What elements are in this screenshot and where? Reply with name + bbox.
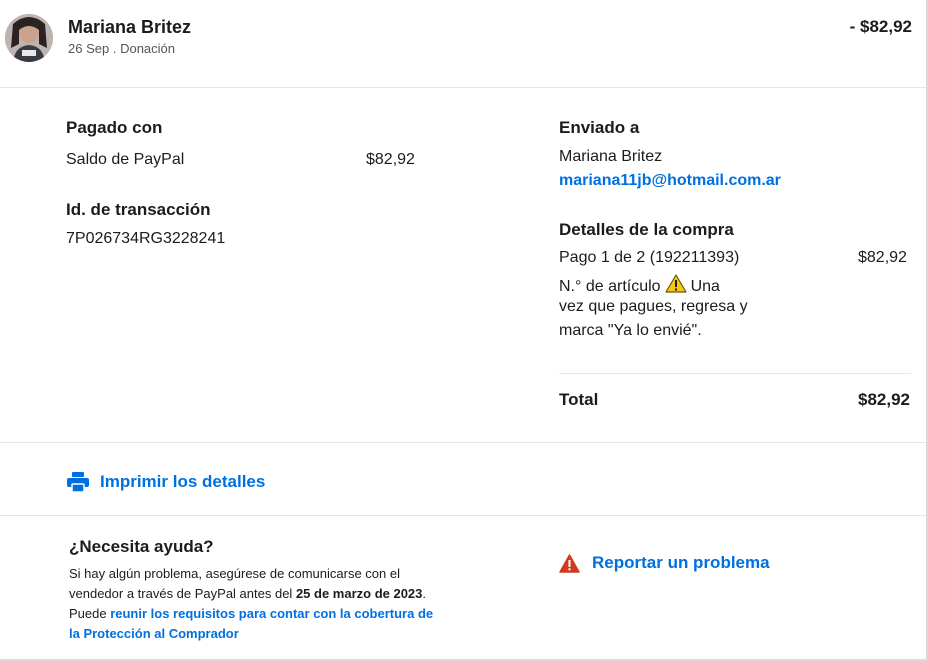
total-label: Total [559,390,599,409]
print-details-button[interactable]: Imprimir los detalles [67,469,265,495]
purchase-amount: $82,92 [858,249,907,266]
print-details-label[interactable]: Imprimir los detalles [100,472,265,492]
transaction-id-label: Id. de transacción [66,200,211,219]
warning-icon [559,553,580,573]
report-problem-button[interactable]: Reportar un problema [559,550,770,576]
warning-icon [664,274,687,298]
item-note-start: Una [690,278,720,295]
sent-to-label: Enviado a [559,118,640,137]
report-problem-label[interactable]: Reportar un problema [592,553,770,573]
transaction-details-panel [0,0,928,661]
transaction-date: 26 Sep [68,41,110,56]
subtitle-separator: . [112,41,117,56]
section-divider-2 [0,515,926,516]
paid-with-label: Pagado con [66,118,163,137]
purchase-line-2: N.° de artículo Una [559,274,720,298]
payment-amount: $82,92 [366,151,415,168]
transaction-id: 7P026734RG3228241 [66,230,226,247]
transaction-header: Mariana Britez 26 Sep . Donación - $82,9… [0,0,926,88]
item-number-label: N.° de artículo [559,278,661,295]
help-title: ¿Necesita ayuda? [69,537,214,556]
payee-name: Mariana Britez [68,17,192,37]
transaction-type: Donación [120,41,176,56]
transaction-amount: - $82,92 [849,17,912,36]
buyer-protection-link[interactable]: reunir los requisitos para contar con la… [69,606,433,641]
recipient-name: Mariana Britez [559,148,663,165]
recipient-email-link[interactable]: mariana11jb@hotmail.com.ar [559,172,781,190]
payment-method: Saldo de PayPal [66,151,185,168]
purchase-line-3: vez que pagues, regresa y [559,298,748,315]
total-amount: $82,92 [858,390,910,409]
purchase-line-4: marca "Ya lo envié". [559,322,702,339]
purchase-details-label: Detalles de la compra [559,220,734,239]
printer-icon [67,472,89,493]
transaction-subtitle: 26 Sep . Donación [68,41,175,56]
help-deadline: 25 de marzo de 2023 [295,586,423,601]
help-text: Si hay algún problema, asegúrese de comu… [69,564,439,644]
purchase-line-1: Pago 1 de 2 (192211393) [559,249,740,266]
avatar [5,14,53,62]
section-divider-1 [0,442,926,443]
total-divider [559,373,911,374]
